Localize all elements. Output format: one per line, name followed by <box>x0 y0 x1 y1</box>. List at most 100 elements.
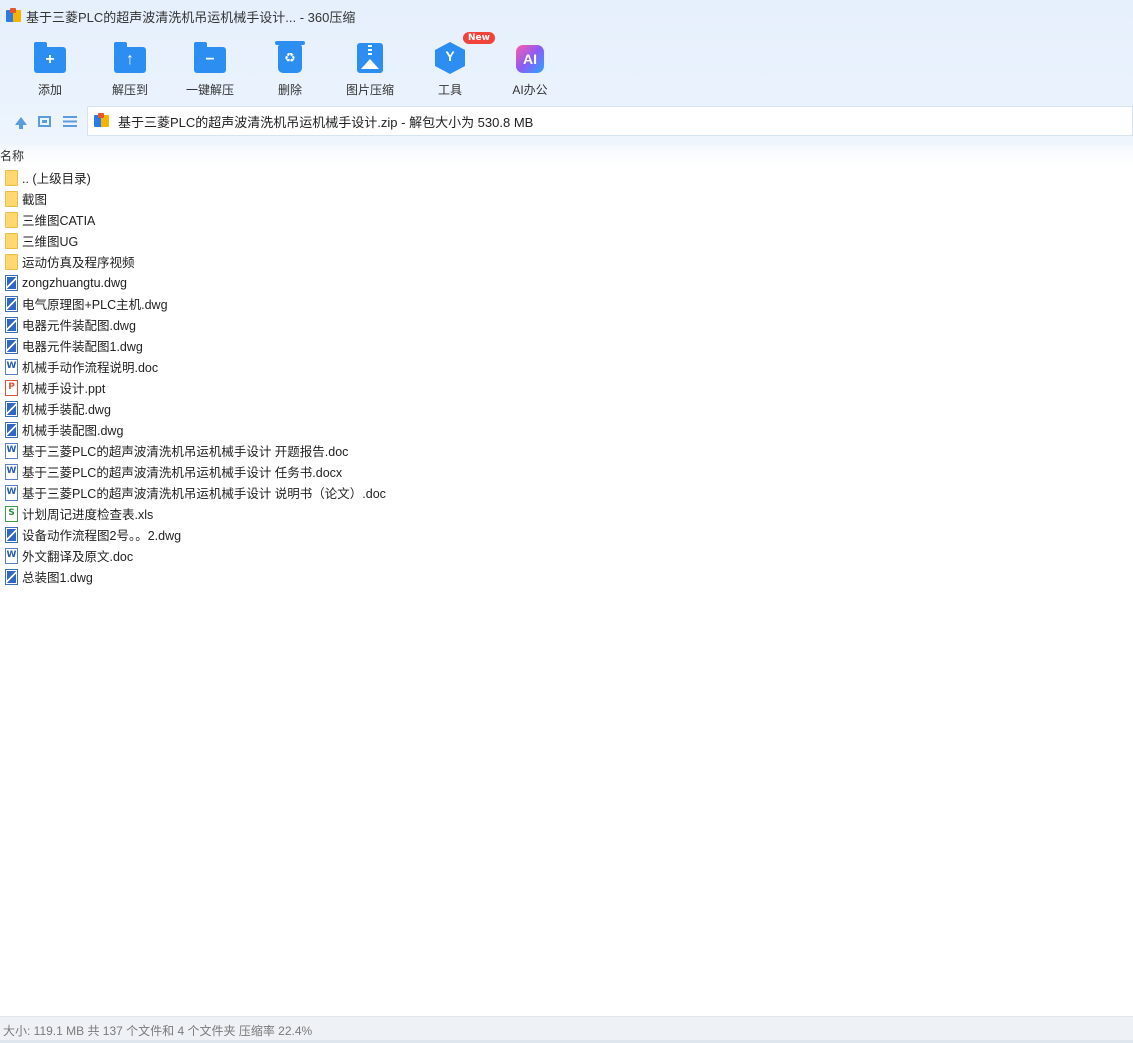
list-view-icon <box>63 115 77 127</box>
folder-icon <box>5 211 18 228</box>
file-name: 机械手装配图.dwg <box>22 424 124 438</box>
status-text: 大小: 119.1 MB 共 137 个文件和 4 个文件夹 压缩率 22.4% <box>3 1023 313 1038</box>
dwg-file-icon <box>5 337 18 354</box>
column-name-label: 名称 <box>0 149 25 163</box>
add-folder-icon: + <box>33 40 67 74</box>
file-name: 三维图UG <box>22 235 79 249</box>
list-item[interactable]: 总装图1.dwg <box>0 566 386 587</box>
dwg-file-icon <box>5 526 18 543</box>
list-item[interactable]: 基于三菱PLC的超声波清洗机吊运机械手设计 开题报告.doc <box>0 440 386 461</box>
extract-to-label: 解压到 <box>111 83 148 97</box>
file-name: 外文翻译及原文.doc <box>22 550 134 564</box>
app-logo-icon <box>6 8 22 24</box>
thumbnail-view-button[interactable] <box>31 106 57 136</box>
thumbnail-view-icon <box>37 115 51 127</box>
go-up-button[interactable] <box>5 106 31 136</box>
file-name: 基于三菱PLC的超声波清洗机吊运机械手设计 开题报告.doc <box>22 445 349 459</box>
file-rows: .. (上级目录) 截图三维图CATIA 三维图UG 运动仿真及程序视频 zongzhu… <box>0 167 386 587</box>
file-name: 基于三菱PLC的超声波清洗机吊运机械手设计 任务书.docx <box>22 466 343 480</box>
list-item[interactable]: 外文翻译及原文.doc <box>0 545 386 566</box>
tools-icon: Y <box>433 40 467 74</box>
toolbar: + 添加 ↑ 解压到 − 一键解压 ♻ 删除 图片压缩 Y New 工具 AI … <box>10 32 570 98</box>
folder-icon <box>5 169 18 186</box>
file-name: zongzhuangtu.dwg <box>22 275 127 290</box>
list-item[interactable]: 电器元件装配图1.dwg <box>0 335 386 356</box>
file-name: .. (上级目录) <box>22 172 91 186</box>
list-item[interactable]: 三维图UG <box>0 230 386 251</box>
folder-icon <box>5 232 18 249</box>
image-compress-button[interactable]: 图片压缩 <box>330 36 410 98</box>
dwg-file-icon <box>5 568 18 585</box>
file-name: 电器元件装配图.dwg <box>22 319 136 333</box>
delete-label: 删除 <box>277 83 302 97</box>
add-label: 添加 <box>37 83 62 97</box>
tools-label: 工具 <box>437 83 462 97</box>
extract-folder-icon: ↑ <box>113 40 147 74</box>
file-name: 设备动作流程图2号。。2.dwg <box>22 529 182 543</box>
doc-file-icon <box>5 484 18 501</box>
file-name: 三维图CATIA <box>22 214 96 228</box>
doc-file-icon <box>5 463 18 480</box>
archive-icon <box>94 113 110 129</box>
tools-button[interactable]: Y New 工具 <box>410 32 495 98</box>
doc-file-icon <box>5 547 18 564</box>
file-name: 运动仿真及程序视频 <box>22 256 135 270</box>
xls-file-icon <box>5 505 18 522</box>
add-button[interactable]: + 添加 <box>10 36 90 98</box>
window-title: 基于三菱PLC的超声波清洗机吊运机械手设计... - 360压缩 <box>26 9 356 25</box>
ppt-file-icon <box>5 379 18 396</box>
dwg-file-icon <box>5 274 18 291</box>
list-view-button[interactable] <box>57 106 83 136</box>
dwg-file-icon <box>5 421 18 438</box>
list-item[interactable]: 机械手设计.ppt <box>0 377 386 398</box>
image-compress-icon <box>353 40 387 74</box>
ai-office-icon: AI <box>513 40 547 74</box>
dwg-file-icon <box>5 295 18 312</box>
arrow-up-icon <box>15 117 27 129</box>
file-name: 基于三菱PLC的超声波清洗机吊运机械手设计 说明书（论文）.doc <box>22 487 386 501</box>
list-item[interactable]: 基于三菱PLC的超声波清洗机吊运机械手设计 说明书（论文）.doc <box>0 482 386 503</box>
recycle-bin-icon: ♻ <box>273 40 307 74</box>
list-item[interactable]: 机械手动作流程说明.doc <box>0 356 386 377</box>
top-panel: 基于三菱PLC的超声波清洗机吊运机械手设计... - 360压缩 + 添加 ↑ … <box>0 0 1133 145</box>
list-item[interactable]: .. (上级目录) <box>0 167 386 188</box>
extract-to-button[interactable]: ↑ 解压到 <box>90 36 170 98</box>
list-item[interactable]: 机械手装配.dwg <box>0 398 386 419</box>
delete-button[interactable]: ♻ 删除 <box>250 36 330 98</box>
folder-icon <box>5 190 18 207</box>
status-bar: 大小: 119.1 MB 共 137 个文件和 4 个文件夹 压缩率 22.4% <box>0 1016 1133 1043</box>
list-item[interactable]: 三维图CATIA <box>0 209 386 230</box>
title-bar: 基于三菱PLC的超声波清洗机吊运机械手设计... - 360压缩 <box>0 0 1133 32</box>
list-item[interactable]: 电器元件装配图.dwg <box>0 314 386 335</box>
doc-file-icon <box>5 358 18 375</box>
file-name: 机械手动作流程说明.doc <box>22 361 159 375</box>
list-item[interactable]: 机械手装配图.dwg <box>0 419 386 440</box>
column-header-name[interactable]: 名称 <box>0 145 1133 166</box>
archive-path: 基于三菱PLC的超声波清洗机吊运机械手设计.zip - 解包大小为 530.8 … <box>118 114 534 130</box>
file-name: 电器元件装配图1.dwg <box>22 340 143 354</box>
list-item[interactable]: 设备动作流程图2号。。2.dwg <box>0 524 386 545</box>
file-name: 计划周记进度检查表.xls <box>22 508 154 522</box>
file-name: 机械手设计.ppt <box>22 382 106 396</box>
folder-icon <box>5 253 18 270</box>
file-name: 电气原理图+PLC主机.dwg <box>22 298 168 312</box>
path-bar[interactable]: 基于三菱PLC的超声波清洗机吊运机械手设计.zip - 解包大小为 530.8 … <box>87 106 1133 136</box>
list-item[interactable]: 计划周记进度检查表.xls <box>0 503 386 524</box>
list-item[interactable]: zongzhuangtu.dwg <box>0 272 386 293</box>
list-item[interactable]: 截图 <box>0 188 386 209</box>
ai-office-label: AI办公 <box>512 83 548 97</box>
one-click-extract-label: 一键解压 <box>185 83 234 97</box>
doc-file-icon <box>5 442 18 459</box>
dwg-file-icon <box>5 316 18 333</box>
file-name: 截图 <box>22 193 48 207</box>
list-item[interactable]: 基于三菱PLC的超声波清洗机吊运机械手设计 任务书.docx <box>0 461 386 482</box>
one-click-extract-icon: − <box>193 40 227 74</box>
one-click-extract-button[interactable]: − 一键解压 <box>170 36 250 98</box>
dwg-file-icon <box>5 400 18 417</box>
list-item[interactable]: 电气原理图+PLC主机.dwg <box>0 293 386 314</box>
ai-office-button[interactable]: AI AI办公 <box>490 36 570 98</box>
list-item[interactable]: 运动仿真及程序视频 <box>0 251 386 272</box>
file-list: 名称 .. (上级目录) 截图三维图CATIA 三维图UG 运动仿真及程序视频 zong… <box>0 145 1133 1015</box>
navigation-bar: 基于三菱PLC的超声波清洗机吊运机械手设计.zip - 解包大小为 530.8 … <box>0 106 1133 136</box>
file-name: 机械手装配.dwg <box>22 403 111 417</box>
